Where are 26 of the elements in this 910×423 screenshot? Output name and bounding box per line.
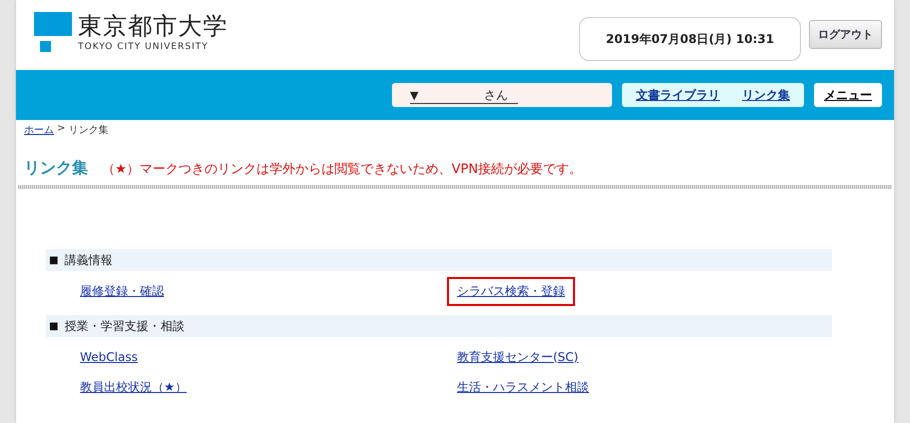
link[interactable]: WebClass (70, 344, 148, 370)
user-suffix: さん (484, 86, 508, 104)
breadcrumb-link[interactable]: ホーム (24, 123, 54, 137)
nav-link[interactable]: リンク集 (742, 86, 790, 104)
university-english-name: TOKYO CITY UNIVERSITY (78, 42, 210, 52)
section-heading: 授業・学習支援・相談 (64, 318, 184, 334)
link[interactable]: 生活・ハラスメント相談 (447, 372, 599, 402)
logo-icon (34, 12, 72, 54)
datetime-display: 2019年07月08日(月) 10:31 (579, 17, 801, 61)
university-name: 東京都市大学 (78, 12, 228, 40)
logout-button[interactable]: ログアウト (809, 20, 882, 49)
menu-button[interactable]: メニュー (814, 83, 882, 107)
vpn-notice: （★）マークつきのリンクは学外からは閲覧できないため、VPN接続が必要です。 (102, 161, 582, 178)
bullet-icon: ■ (49, 254, 58, 266)
nav-link[interactable]: 文書ライブラリ (636, 86, 720, 104)
link[interactable]: 教育支援センター(SC) (447, 342, 588, 372)
caret-icon: ▼ (410, 88, 418, 102)
link[interactable]: シラバス検索・登録 (447, 276, 575, 306)
user-menu[interactable]: ▼ さん (392, 83, 612, 107)
section-heading: 講義情報 (64, 252, 112, 268)
breadcrumb-text: リンク集 (68, 124, 108, 137)
link[interactable]: 履修登録・確認 (70, 276, 174, 306)
bullet-icon: ■ (49, 320, 58, 332)
page-title: リンク集 (24, 158, 88, 179)
breadcrumb-text: > (57, 123, 66, 136)
link[interactable]: 教員出校状況（★） (70, 372, 197, 402)
